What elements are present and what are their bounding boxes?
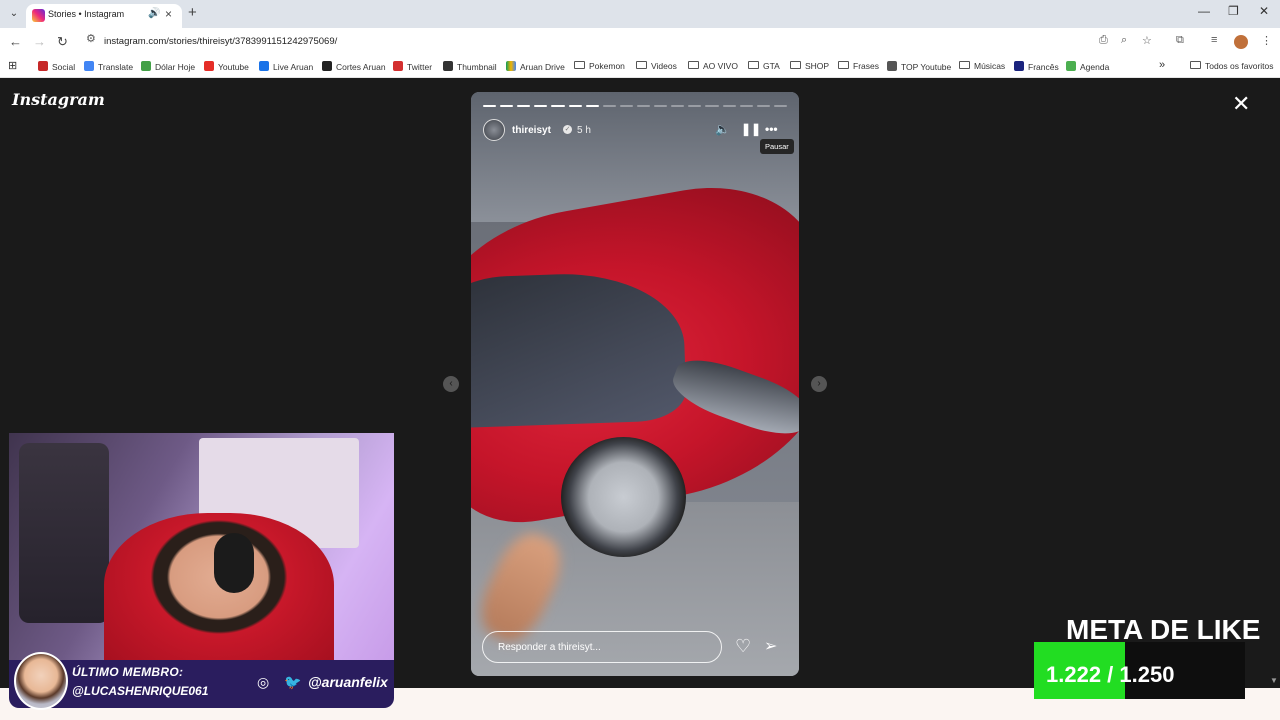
progress-segment: [722, 105, 736, 107]
member-avatar: [14, 652, 68, 710]
progress-segment: [705, 105, 719, 107]
forward-button[interactable]: →: [33, 34, 46, 49]
heart-icon[interactable]: ♡: [735, 636, 751, 657]
all-bookmarks-folder[interactable]: Todos os favoritos: [1190, 61, 1274, 71]
streamer-handle: @aruanfelix: [308, 674, 388, 690]
bookmark-ao-vivo[interactable]: AO VIVO: [688, 61, 738, 71]
zoom-icon[interactable]: ⌕: [1121, 34, 1127, 47]
progress-segment: [739, 105, 753, 107]
bookmark-translate[interactable]: Translate: [84, 61, 133, 72]
progress-segment: [688, 105, 702, 107]
star-bookmark-icon[interactable]: ☆: [1142, 34, 1152, 47]
bookmark-pokemon[interactable]: Pokemon: [574, 61, 625, 71]
reply-placeholder: Responder a thireisyt...: [498, 642, 601, 653]
bookmark-live-aruan[interactable]: Live Aruan: [259, 61, 313, 72]
story-viewer[interactable]: thireisyt ✓ 5 h 🔈 ❚❚ ••• Pausar Responde…: [471, 92, 799, 676]
url-text[interactable]: instagram.com/stories/thireisyt/37839911…: [104, 36, 337, 47]
story-header: thireisyt ✓ 5 h 🔈 ❚❚ •••: [483, 119, 787, 141]
bookmark-twitter[interactable]: Twitter: [393, 61, 432, 72]
progress-segment: [756, 105, 770, 107]
profile-avatar[interactable]: [1234, 35, 1248, 49]
reload-button[interactable]: ↻: [57, 34, 68, 50]
bookmark-dolar-hoje[interactable]: Dólar Hoje: [141, 61, 195, 72]
progress-segment: [654, 105, 668, 107]
progress-segment: [483, 105, 497, 107]
headset: [214, 533, 254, 593]
progress-segment: [773, 105, 787, 107]
bookmark-frances[interactable]: Francês: [1014, 61, 1059, 72]
last-member-label: ÚLTIMO MEMBRO:: [72, 665, 184, 679]
apps-grid-icon[interactable]: ⊞: [8, 59, 17, 72]
tab-bar: ⌄ Stories • Instagram 🔊 × + — ❐ ✕: [0, 0, 1280, 28]
story-progress-bar: [483, 105, 787, 108]
progress-segment: [534, 105, 548, 107]
progress-segment: [636, 105, 651, 107]
new-tab-button[interactable]: +: [188, 4, 197, 21]
progress-segment: [500, 105, 514, 107]
install-app-icon[interactable]: ⎙: [1099, 34, 1108, 47]
instagram-logo[interactable]: Instagram: [12, 90, 105, 109]
bookmarks-bar: ⊞ Social Translate Dólar Hoje Youtube Li…: [0, 56, 1280, 78]
streamer-person: [104, 513, 334, 668]
more-bookmarks-icon[interactable]: »: [1159, 59, 1165, 71]
pause-icon[interactable]: ❚❚: [741, 122, 761, 136]
twitter-icon: 🐦: [284, 674, 302, 690]
site-settings-icon[interactable]: ⚙: [86, 32, 96, 45]
tab-title: Stories • Instagram: [48, 9, 125, 19]
progress-segment: [517, 105, 531, 107]
bookmark-thumbnail[interactable]: Thumbnail: [443, 61, 497, 72]
scroll-down-icon[interactable]: ▼: [1270, 676, 1278, 685]
streamer-webcam: [9, 433, 394, 668]
story-username[interactable]: thireisyt: [512, 125, 551, 136]
pause-tooltip: Pausar: [760, 139, 794, 154]
reply-input[interactable]: Responder a thireisyt...: [482, 631, 722, 663]
tab-instagram[interactable]: Stories • Instagram 🔊 ×: [26, 4, 182, 28]
car-wheel: [561, 437, 686, 557]
extensions-icon[interactable]: ⧉: [1176, 34, 1184, 47]
progress-segment: [602, 105, 616, 107]
progress-segment: [585, 105, 599, 107]
close-stories-icon[interactable]: ✕: [1232, 93, 1250, 115]
last-member-name: @LUCASHENRIQUE061: [72, 684, 209, 698]
bookmark-videos[interactable]: Videos: [636, 61, 677, 71]
progress-segment: [551, 105, 565, 107]
verified-badge-icon: ✓: [563, 125, 572, 134]
tab-close-icon[interactable]: ×: [165, 7, 172, 21]
bookmark-musicas[interactable]: Músicas: [959, 61, 1005, 71]
tab-search-button[interactable]: ⌄: [6, 6, 22, 22]
story-avatar[interactable]: [483, 119, 505, 141]
menu-icon[interactable]: ⋮: [1261, 34, 1272, 47]
next-story-icon[interactable]: ›: [811, 376, 827, 392]
story-time: 5 h: [577, 125, 591, 136]
progress-segment: [568, 105, 582, 107]
mute-icon[interactable]: 🔈: [715, 122, 730, 136]
bookmark-gta[interactable]: GTA: [748, 61, 780, 71]
bookmark-social[interactable]: Social: [38, 61, 75, 72]
progress-segment: [671, 105, 685, 107]
bookmark-cortes-aruan[interactable]: Cortes Aruan: [322, 61, 386, 72]
speaker-icon[interactable]: 🔊: [148, 8, 160, 19]
media-controls-icon[interactable]: ≡: [1211, 34, 1217, 46]
like-goal-count: 1.222 / 1.250: [1046, 662, 1175, 687]
close-window-button[interactable]: ✕: [1259, 4, 1269, 18]
minimize-button[interactable]: —: [1198, 4, 1210, 18]
back-button[interactable]: ←: [9, 34, 22, 49]
bookmark-shop[interactable]: SHOP: [790, 61, 829, 71]
instagram-favicon-icon: [32, 9, 45, 22]
bookmark-top-youtube[interactable]: TOP Youtube: [887, 61, 951, 72]
more-options-icon[interactable]: •••: [765, 122, 778, 136]
progress-segment: [619, 105, 633, 107]
instagram-icon: ◎: [257, 674, 270, 690]
bookmark-frases[interactable]: Frases: [838, 61, 879, 71]
restore-button[interactable]: ❐: [1228, 4, 1239, 18]
send-icon[interactable]: ➢: [764, 636, 777, 656]
bookmark-youtube[interactable]: Youtube: [204, 61, 249, 72]
bookmark-aruan-drive[interactable]: Aruan Drive: [506, 61, 565, 72]
prev-story-icon[interactable]: ‹: [443, 376, 459, 392]
bookmark-agenda[interactable]: Agenda: [1066, 61, 1109, 72]
